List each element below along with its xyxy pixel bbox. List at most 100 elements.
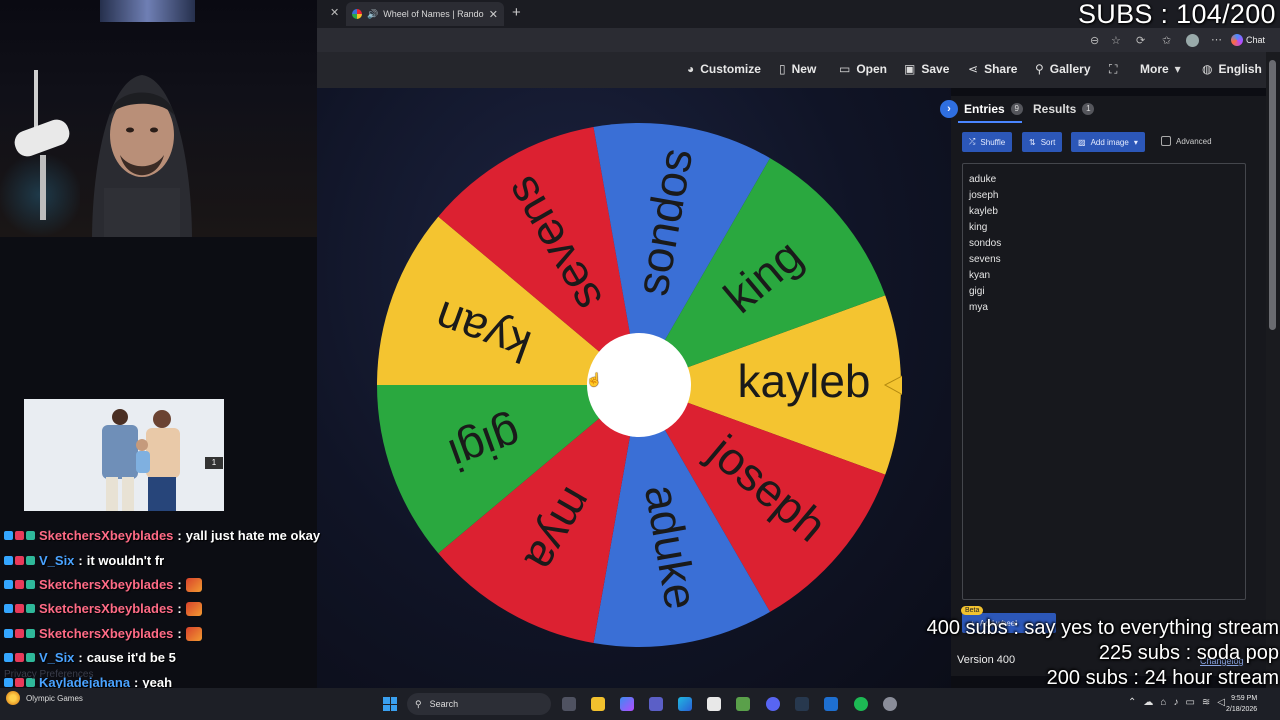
collapse-arrow-icon[interactable]: ›	[940, 100, 958, 118]
chat-username[interactable]: SketchersXbeyblades	[39, 601, 173, 616]
ad-video-frame	[24, 399, 224, 511]
entry-line[interactable]: mya	[969, 300, 1239, 316]
copilot-icon	[1231, 34, 1243, 46]
minecraft-icon[interactable]	[736, 697, 750, 711]
ad-video[interactable]	[24, 399, 224, 511]
sort-button[interactable]: ⇅ Sort	[1022, 132, 1063, 152]
chat-text: cause it'd be 5	[86, 650, 176, 665]
palette-icon: ◕	[687, 62, 695, 76]
weather-widget[interactable]: Olympic Games	[6, 691, 83, 705]
entry-line[interactable]: sevens	[969, 252, 1239, 268]
entry-line[interactable]: kyan	[969, 268, 1239, 284]
chat-username[interactable]: SketchersXbeyblades	[39, 577, 173, 592]
entry-line[interactable]: gigi	[969, 284, 1239, 300]
clock-date: 2/18/2026	[1226, 706, 1258, 713]
search-icon: ⚲	[1035, 62, 1044, 76]
advanced-checkbox[interactable]: Advanced	[1161, 136, 1212, 146]
shuffle-button[interactable]: ⤮ Shuffle	[962, 132, 1013, 152]
profile-avatar[interactable]	[1186, 34, 1199, 47]
wheel-center-hub[interactable]	[587, 333, 691, 437]
privacy-link[interactable]: Privacy Preferences	[4, 669, 93, 680]
chat-message: SketchersXbeyblades :	[4, 577, 202, 592]
more-button[interactable]: More ▾	[1140, 62, 1181, 76]
star-icon[interactable]: ☆	[1111, 34, 1121, 47]
entry-line[interactable]: joseph	[969, 188, 1239, 204]
taskbar-clock[interactable]: 9:59 PM 2/18/2026	[1226, 693, 1257, 715]
entry-line[interactable]: kayleb	[969, 204, 1239, 220]
store-icon[interactable]	[707, 697, 721, 711]
obs-icon[interactable]	[883, 697, 897, 711]
chat-username[interactable]: V_Six	[39, 650, 74, 665]
entry-line[interactable]: king	[969, 220, 1239, 236]
sort-icon: ⇅	[1029, 137, 1036, 147]
tab-results[interactable]: Results 1	[1033, 98, 1095, 120]
fullscreen-button[interactable]: ⛶	[1109, 62, 1117, 77]
entries-textarea[interactable]: aduke joseph kayleb king sondos sevens kyan gig…	[962, 163, 1246, 600]
language-button[interactable]: ◍ English	[1202, 62, 1262, 76]
reader-icon[interactable]: ⊖	[1090, 34, 1099, 47]
wheel-segment-label: kayleb	[738, 355, 871, 407]
new-tab-icon[interactable]: +	[512, 4, 521, 21]
badge-icon	[26, 531, 35, 540]
teams-icon[interactable]	[649, 697, 663, 711]
entry-line[interactable]: sondos	[969, 236, 1239, 252]
start-button[interactable]	[383, 697, 397, 711]
floppy-icon: ▣	[904, 62, 916, 76]
edge-icon[interactable]	[678, 697, 692, 711]
scrollbar-thumb[interactable]	[1269, 60, 1276, 330]
checkbox-box[interactable]	[1161, 136, 1171, 146]
close-icon[interactable]: ✕	[489, 8, 498, 21]
network-icon[interactable]: ⌂	[1160, 697, 1166, 708]
caret-down-icon: ▾	[1174, 62, 1181, 76]
volume-icon[interactable]: ◁	[1217, 697, 1225, 708]
add-image-button[interactable]: ▨ Add image ▾	[1071, 132, 1145, 152]
speaker-icon[interactable]: 🔊	[367, 9, 378, 20]
tab-title: Wheel of Names | Random na	[383, 9, 484, 19]
chat-separator: :	[177, 626, 182, 641]
goal-line-3: 200 subs : 24 hour stream	[1046, 667, 1279, 689]
badge-icon	[15, 604, 24, 613]
mic-icon[interactable]: ♪	[1173, 697, 1178, 708]
chat-username[interactable]: SketchersXbeyblades	[39, 528, 173, 543]
shuffle-icon: ⤮	[969, 137, 976, 146]
discord-icon[interactable]	[766, 697, 780, 711]
open-button[interactable]: ▭ Open	[839, 62, 887, 76]
taskbar-search[interactable]: ⚲ Search	[407, 693, 551, 715]
chat-separator: :	[78, 650, 83, 665]
menu-dots-icon[interactable]: ⋯	[1211, 33, 1222, 46]
browser-tab-active[interactable]: 🔊 Wheel of Names | Random na ✕	[346, 2, 504, 26]
badge-icon	[4, 580, 13, 589]
copilot-chat-button[interactable]: Chat	[1231, 31, 1265, 49]
chevron-up-icon[interactable]: ⌃	[1128, 697, 1136, 708]
entries-count-badge: 9	[1010, 103, 1023, 115]
extensions-icon[interactable]: ⟳	[1136, 34, 1145, 47]
chat-text: it wouldn't fr	[86, 553, 165, 568]
favorites-icon[interactable]: ✩	[1162, 34, 1171, 47]
task-view-icon[interactable]	[562, 697, 576, 711]
new-button[interactable]: ▯ New	[779, 62, 816, 76]
entry-line[interactable]: aduke	[969, 172, 1239, 188]
gallery-button[interactable]: ⚲ Gallery	[1035, 62, 1091, 76]
tab-entries[interactable]: › Entries 9	[940, 98, 1023, 120]
badge-icon	[15, 580, 24, 589]
app-icon[interactable]	[824, 697, 838, 711]
chat-emote-icon	[185, 577, 202, 592]
steam-icon[interactable]	[795, 697, 809, 711]
caret-down-icon: ▾	[1133, 137, 1138, 147]
cloud-icon[interactable]: ☁	[1143, 697, 1153, 708]
chat-username[interactable]: V_Six	[39, 553, 74, 568]
spotify-icon[interactable]	[854, 697, 868, 711]
copilot-app-icon[interactable]	[620, 697, 634, 711]
name-wheel[interactable]: kaylebjosephadukemyagigikyansevens sondos…	[376, 120, 902, 650]
file-explorer-icon[interactable]	[591, 697, 605, 711]
wifi-icon[interactable]: ≋	[1202, 697, 1210, 708]
save-button[interactable]: ▣ Save	[904, 62, 949, 76]
system-tray[interactable]: ⌃ ☁ ⌂ ♪ ▭ ≋ ◁	[1128, 697, 1225, 708]
goal-line-1: 400 subs : say yes to everything stream	[926, 617, 1279, 639]
ad-counter-badge: 1	[205, 457, 223, 469]
display-icon[interactable]: ▭	[1185, 697, 1194, 708]
share-button[interactable]: ⋖ Share	[968, 62, 1017, 76]
chat-username[interactable]: SketchersXbeyblades	[39, 626, 173, 641]
close-tab-icon[interactable]: ✕	[330, 6, 339, 19]
customize-button[interactable]: ◕ Customize	[687, 62, 761, 76]
